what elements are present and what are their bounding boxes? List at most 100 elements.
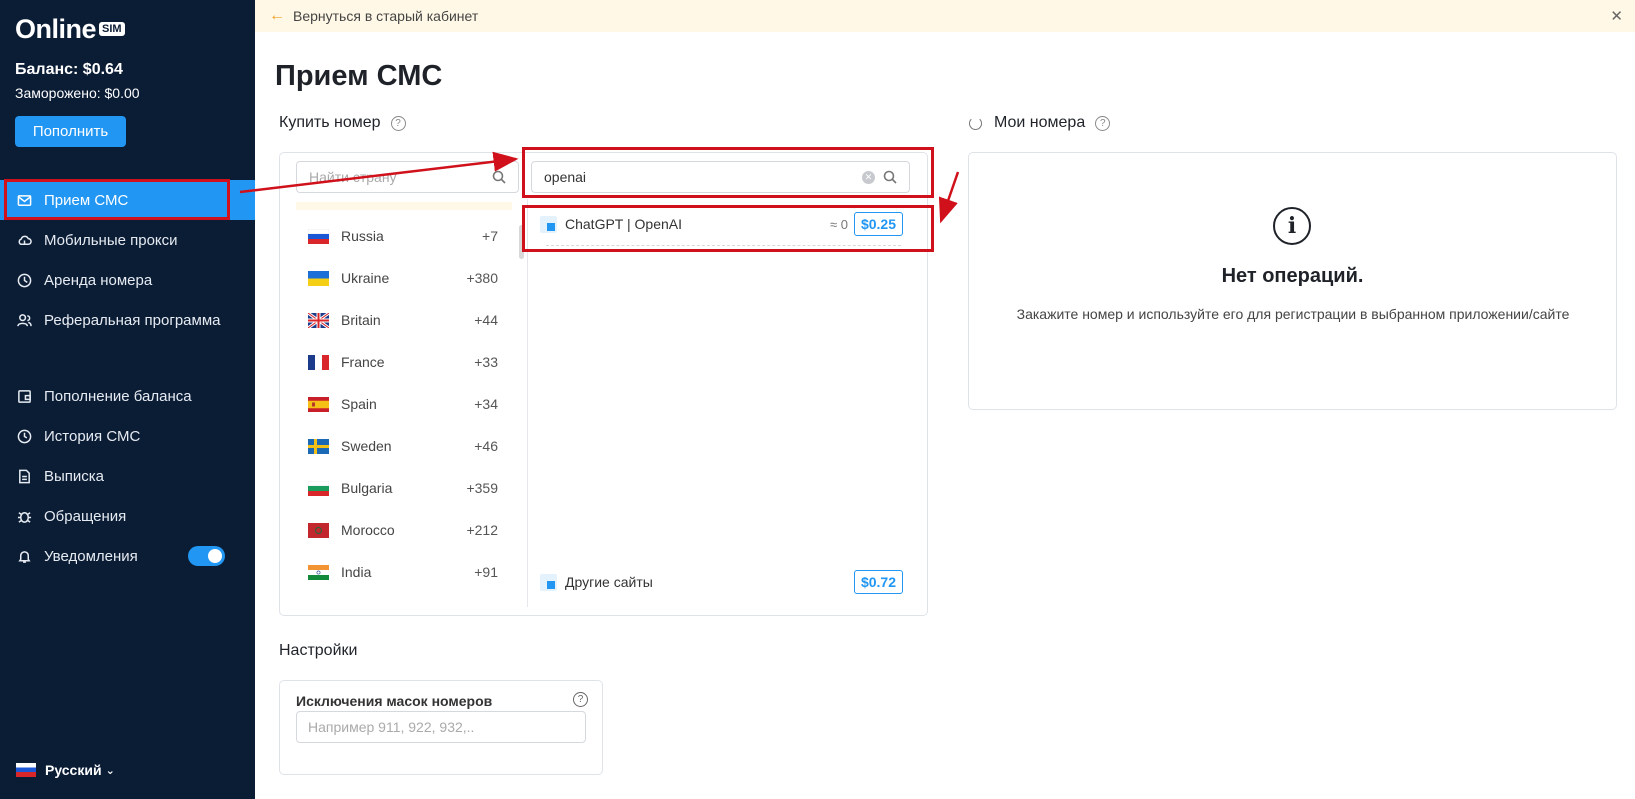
country-row-spain[interactable]: Spain +34: [308, 383, 498, 425]
country-search-input[interactable]: [297, 169, 492, 185]
buy-number-heading: Купить номер ?: [279, 114, 406, 132]
bell-icon: [16, 548, 32, 564]
country-code: +212: [466, 522, 498, 538]
ukraine-flag-icon: [308, 270, 329, 286]
settings-panel: Исключения масок номеров ?: [279, 680, 603, 775]
nav-item-tickets[interactable]: Обращения: [0, 496, 255, 536]
help-icon[interactable]: ?: [573, 692, 588, 707]
india-flag-icon: [308, 564, 329, 580]
nav-item-rent[interactable]: Аренда номера: [0, 260, 255, 300]
my-numbers-panel: i Нет операций. Закажите номер и использ…: [968, 152, 1617, 410]
search-icon[interactable]: [492, 170, 506, 184]
notifications-toggle[interactable]: [188, 546, 225, 566]
help-icon[interactable]: ?: [390, 115, 406, 131]
service-name: Другие сайты: [565, 574, 653, 590]
nav-item-topup-balance[interactable]: Пополнение баланса: [0, 376, 255, 416]
nav-item-referral[interactable]: Реферальная программа: [0, 300, 255, 340]
annotation-box-service: [522, 205, 934, 252]
country-name: Russia: [341, 228, 384, 244]
buy-number-label: Купить номер: [279, 114, 381, 131]
other-sites-price-button[interactable]: $0.72: [853, 570, 903, 594]
country-row-morocco[interactable]: Morocco +212: [308, 509, 498, 551]
country-name: Spain: [341, 396, 377, 412]
country-list: Russia +7 Ukraine +380 Britain +44 Franc…: [308, 215, 498, 593]
nav-item-label: Пополнение баланса: [44, 387, 192, 405]
sidebar: Online SIM Баланс: $0.64 Заморожено: $0.…: [0, 0, 255, 799]
country-name: Ukraine: [341, 270, 390, 286]
banner-text[interactable]: Вернуться в старый кабинет: [293, 8, 478, 24]
country-code: +7: [482, 228, 498, 244]
chevron-down-icon: ⌄: [105, 764, 115, 777]
morocco-flag-icon: [308, 522, 329, 538]
settings-label: Настройки: [279, 642, 358, 659]
country-list-highlight: [296, 202, 512, 210]
history-icon: [16, 428, 32, 444]
nav-secondary: Пополнение баланса История СМС Выписка О…: [0, 376, 255, 576]
country-name: Morocco: [341, 522, 395, 538]
logo-badge: SIM: [99, 22, 125, 36]
cloud-icon: [16, 232, 32, 248]
close-icon[interactable]: ✕: [1610, 7, 1623, 25]
country-code: +91: [474, 564, 498, 580]
britain-flag-icon: [308, 312, 329, 328]
country-row-france[interactable]: France +33: [308, 341, 498, 383]
reload-icon[interactable]: [969, 116, 982, 130]
country-name: France: [341, 354, 385, 370]
service-row-other-sites[interactable]: Другие сайты $0.72: [540, 568, 903, 596]
logo[interactable]: Online SIM: [15, 15, 125, 43]
nav-item-mobile-proxy[interactable]: Мобильные прокси: [0, 220, 255, 260]
country-row-sweden[interactable]: Sweden +46: [308, 425, 498, 467]
document-icon: [16, 468, 32, 484]
country-name: India: [341, 564, 372, 580]
country-name: Sweden: [341, 438, 392, 454]
nav-item-label: Выписка: [44, 467, 105, 485]
nav-item-label: Уведомления: [44, 547, 138, 565]
topup-button[interactable]: Пополнить: [15, 116, 126, 147]
annotation-box-search: [522, 147, 934, 198]
frozen-balance: Заморожено: $0.00: [15, 85, 140, 101]
language-selector[interactable]: Русский ⌄: [16, 762, 115, 778]
my-numbers-heading: Мои номера ?: [969, 114, 1111, 132]
nav-item-label: Мобильные прокси: [44, 231, 178, 249]
nav-item-statement[interactable]: Выписка: [0, 456, 255, 496]
country-row-india[interactable]: India +91: [308, 551, 498, 593]
country-row-bulgaria[interactable]: Bulgaria +359: [308, 467, 498, 509]
nav-item-label: Аренда номера: [44, 271, 153, 289]
country-search[interactable]: [296, 161, 519, 193]
help-icon[interactable]: ?: [1095, 115, 1111, 131]
users-icon: [16, 312, 32, 328]
country-code: +44: [474, 312, 498, 328]
country-row-russia[interactable]: Russia +7: [308, 215, 498, 257]
panel-divider: [527, 199, 528, 607]
country-code: +380: [466, 270, 498, 286]
country-code: +46: [474, 438, 498, 454]
country-row-britain[interactable]: Britain +44: [308, 299, 498, 341]
service-icon: [540, 573, 557, 591]
nav-item-sms-history[interactable]: История СМС: [0, 416, 255, 456]
country-name: Britain: [341, 312, 381, 328]
language-label: Русский: [45, 762, 102, 778]
number-mask-label: Исключения масок номеров: [296, 693, 493, 709]
nav-item-notifications[interactable]: Уведомления: [0, 536, 255, 576]
country-row-ukraine[interactable]: Ukraine +380: [308, 257, 498, 299]
balance: Баланс: $0.64: [15, 61, 123, 78]
spain-flag-icon: [308, 396, 329, 412]
russia-flag-icon: [308, 228, 329, 244]
my-numbers-label: Мои номера: [994, 114, 1086, 131]
old-cabinet-banner[interactable]: ← Вернуться в старый кабинет ✕: [255, 0, 1635, 32]
bug-icon: [16, 508, 32, 524]
arrow-left-icon: ←: [269, 7, 285, 24]
settings-heading: Настройки: [279, 642, 357, 660]
info-icon: i: [1273, 207, 1311, 245]
empty-state-title: Нет операций.: [1221, 265, 1364, 287]
country-code: +34: [474, 396, 498, 412]
nav-item-label: История СМС: [44, 427, 141, 445]
country-code: +33: [474, 354, 498, 370]
number-mask-input[interactable]: [296, 711, 586, 743]
logo-text: Online: [15, 14, 97, 44]
page-title: Прием СМС: [275, 60, 443, 92]
country-name: Bulgaria: [341, 480, 393, 496]
annotation-box-nav: [4, 179, 230, 220]
clock-icon: [16, 272, 32, 288]
nav-item-label: Реферальная программа: [44, 311, 221, 329]
